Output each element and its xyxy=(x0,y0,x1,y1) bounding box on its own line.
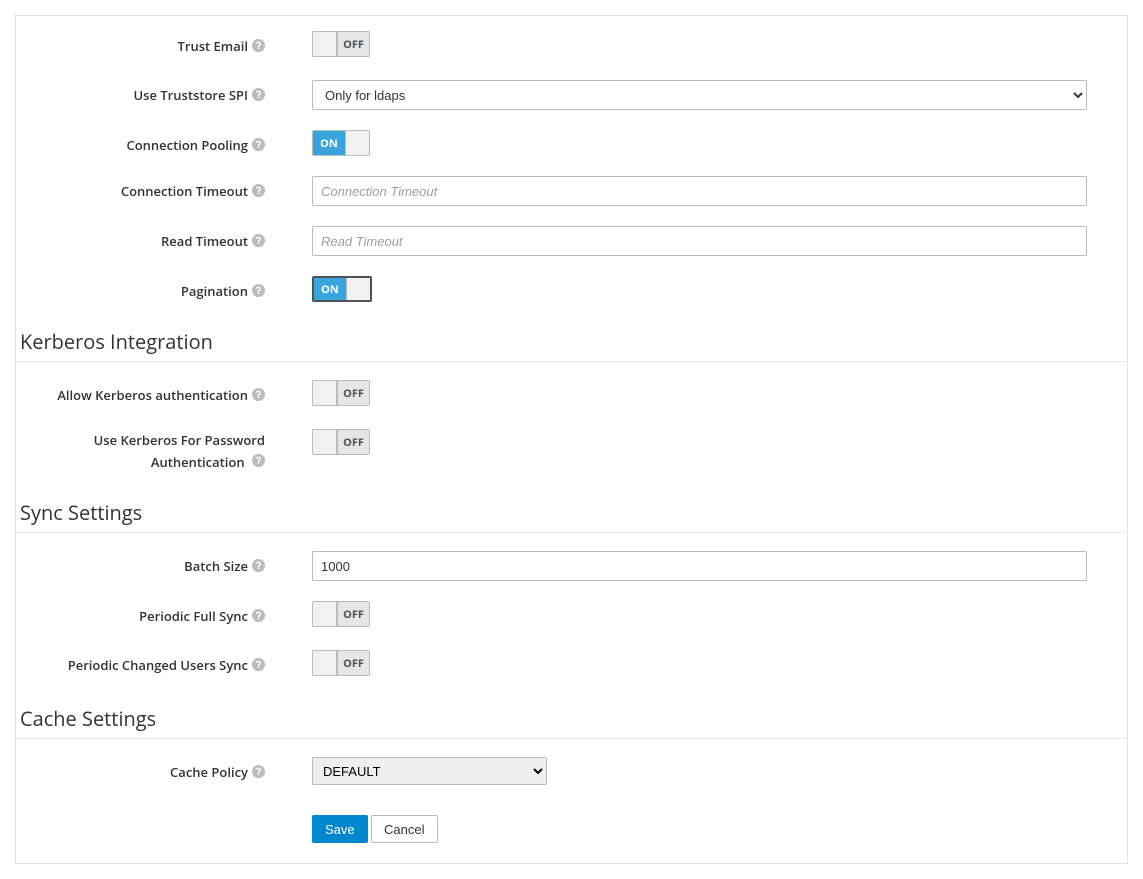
help-icon[interactable] xyxy=(252,765,265,778)
help-icon[interactable] xyxy=(252,284,265,297)
label-kerberos-pw: Use Kerberos For PasswordAuthentication xyxy=(16,429,277,473)
help-icon[interactable] xyxy=(252,234,265,247)
row-trust-email: Trust Email OFF xyxy=(16,31,1127,60)
connection-timeout-input[interactable] xyxy=(312,176,1087,206)
row-periodic-changed-sync: Periodic Changed Users Sync OFF xyxy=(16,650,1127,679)
save-button[interactable]: Save xyxy=(312,815,368,843)
truststore-spi-select[interactable]: Only for ldaps xyxy=(312,80,1087,110)
read-timeout-input[interactable] xyxy=(312,226,1087,256)
label-allow-kerberos: Allow Kerberos authentication xyxy=(16,380,277,404)
label-periodic-changed-sync: Periodic Changed Users Sync xyxy=(16,650,277,674)
label-cache-policy: Cache Policy xyxy=(16,757,277,781)
periodic-full-sync-toggle[interactable]: OFF xyxy=(312,601,370,627)
label-periodic-full-sync: Periodic Full Sync xyxy=(16,601,277,625)
form-actions: Save Cancel xyxy=(16,815,1127,843)
row-batch-size: Batch Size xyxy=(16,551,1127,581)
batch-size-input[interactable] xyxy=(312,551,1087,581)
help-icon[interactable] xyxy=(252,388,265,401)
help-icon[interactable] xyxy=(252,454,265,467)
label-read-timeout: Read Timeout xyxy=(16,226,277,250)
kerberos-pw-toggle[interactable]: OFF xyxy=(312,429,370,455)
section-kerberos: Kerberos Integration xyxy=(16,322,1127,362)
help-icon[interactable] xyxy=(252,559,265,572)
help-icon[interactable] xyxy=(252,184,265,197)
help-icon[interactable] xyxy=(252,88,265,101)
trust-email-toggle[interactable]: OFF xyxy=(312,31,370,57)
row-connection-timeout: Connection Timeout xyxy=(16,176,1127,206)
cache-policy-select[interactable]: DEFAULT xyxy=(312,757,547,785)
periodic-changed-sync-toggle[interactable]: OFF xyxy=(312,650,370,676)
label-connection-timeout: Connection Timeout xyxy=(16,176,277,200)
help-icon[interactable] xyxy=(252,138,265,151)
label-pagination: Pagination xyxy=(16,276,277,300)
help-icon[interactable] xyxy=(252,609,265,622)
section-sync: Sync Settings xyxy=(16,493,1127,533)
row-read-timeout: Read Timeout xyxy=(16,226,1127,256)
row-connection-pooling: Connection Pooling ON xyxy=(16,130,1127,156)
allow-kerberos-toggle[interactable]: OFF xyxy=(312,380,370,406)
label-connection-pooling: Connection Pooling xyxy=(16,130,277,154)
help-icon[interactable] xyxy=(252,658,265,671)
row-truststore-spi: Use Truststore SPI Only for ldaps xyxy=(16,80,1127,110)
row-periodic-full-sync: Periodic Full Sync OFF xyxy=(16,601,1127,630)
row-pagination: Pagination ON xyxy=(16,276,1127,302)
cancel-button[interactable]: Cancel xyxy=(371,815,437,843)
row-cache-policy: Cache Policy DEFAULT xyxy=(16,757,1127,785)
settings-panel: Trust Email OFF Use Truststore SPI Only … xyxy=(15,15,1128,864)
connection-pooling-toggle[interactable]: ON xyxy=(312,130,370,156)
row-allow-kerberos: Allow Kerberos authentication OFF xyxy=(16,380,1127,409)
section-cache: Cache Settings xyxy=(16,699,1127,739)
label-truststore-spi: Use Truststore SPI xyxy=(16,80,277,104)
label-batch-size: Batch Size xyxy=(16,551,277,575)
row-kerberos-pw: Use Kerberos For PasswordAuthentication … xyxy=(16,429,1127,473)
label-trust-email: Trust Email xyxy=(16,31,277,55)
pagination-toggle[interactable]: ON xyxy=(312,276,372,302)
help-icon[interactable] xyxy=(252,39,265,52)
